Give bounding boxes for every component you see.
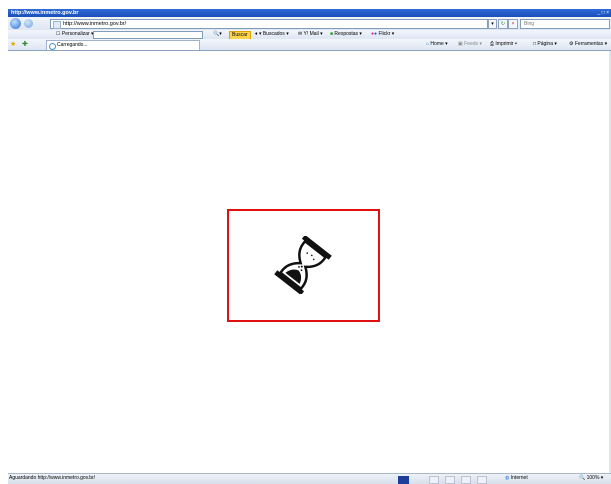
search-icon[interactable]: 🔍▾ — [213, 31, 222, 38]
back-arrow-icon[interactable] — [10, 18, 21, 29]
home-icon: ⌂ — [426, 41, 430, 47]
security-zone[interactable]: ◍ Internet — [505, 474, 528, 483]
page-menu-button[interactable]: □ Página ▾ — [533, 40, 557, 49]
tab-loading[interactable]: Carregando... — [46, 40, 200, 50]
feeds-button[interactable]: ▣ Feeds ▾ — [458, 40, 482, 49]
search-input[interactable]: Bing — [520, 19, 610, 29]
status-bar: Aguardando http://www.inmetro.gov.br/ ◍ … — [8, 473, 611, 484]
internet-globe-icon: ◍ — [505, 475, 510, 481]
address-toolbar: http://www.inmetro.gov.br/ ▾ ↻ × Bing — [8, 17, 611, 31]
mail-link[interactable]: ✉ Y! Mail ▾ — [298, 31, 323, 38]
personalize-button[interactable]: ☐ Personalizar ▾ — [56, 31, 94, 38]
add-favorites-icon[interactable]: ✚ — [22, 40, 28, 49]
flickr-link[interactable]: ●● Flickr ▾ — [371, 31, 394, 38]
window-title: http://www.inmetro.gov.br — [11, 10, 79, 16]
toolbar-search-field[interactable] — [93, 31, 203, 39]
status-text: Aguardando http://www.inmetro.gov.br/ — [9, 475, 96, 481]
home-button[interactable]: ⌂ Home ▾ — [426, 40, 448, 49]
address-dropdown-button[interactable]: ▾ — [488, 19, 497, 29]
stop-icon[interactable]: × — [508, 19, 518, 29]
page-favicon-icon — [53, 21, 61, 29]
respostas-link[interactable]: ■ Respostas ▾ — [330, 31, 362, 38]
window-controls[interactable]: _ □ × — [598, 10, 610, 16]
refresh-icon[interactable]: ↻ — [498, 19, 508, 29]
tools-menu-button[interactable]: ⚙ Ferramentas ▾ — [569, 40, 607, 49]
buscados-link[interactable]: ♦ ▾ Buscados ▾ — [255, 31, 289, 38]
zoom-level[interactable]: 🔍 100% ▾ — [579, 474, 603, 483]
loading-box — [227, 209, 380, 322]
forward-arrow-icon[interactable] — [24, 19, 33, 28]
hourglass-icon — [274, 236, 332, 294]
favorites-star-icon[interactable]: ★ — [10, 40, 16, 49]
print-button[interactable]: ⎙ Imprimir ▾ — [490, 40, 517, 49]
tab-command-bar: ★ ✚ Carregando... ⌂ Home ▾ ▣ Feeds ▾ ⎙ I… — [8, 39, 611, 51]
window-title-bar: http://www.inmetro.gov.br _ □ × — [8, 9, 611, 17]
tab-label: Carregando... — [57, 42, 88, 48]
loading-spinner-icon — [49, 43, 56, 50]
address-field[interactable]: http://www.inmetro.gov.br/ — [50, 19, 488, 29]
search-placeholder: Bing — [524, 21, 535, 27]
address-url: http://www.inmetro.gov.br/ — [63, 21, 127, 27]
